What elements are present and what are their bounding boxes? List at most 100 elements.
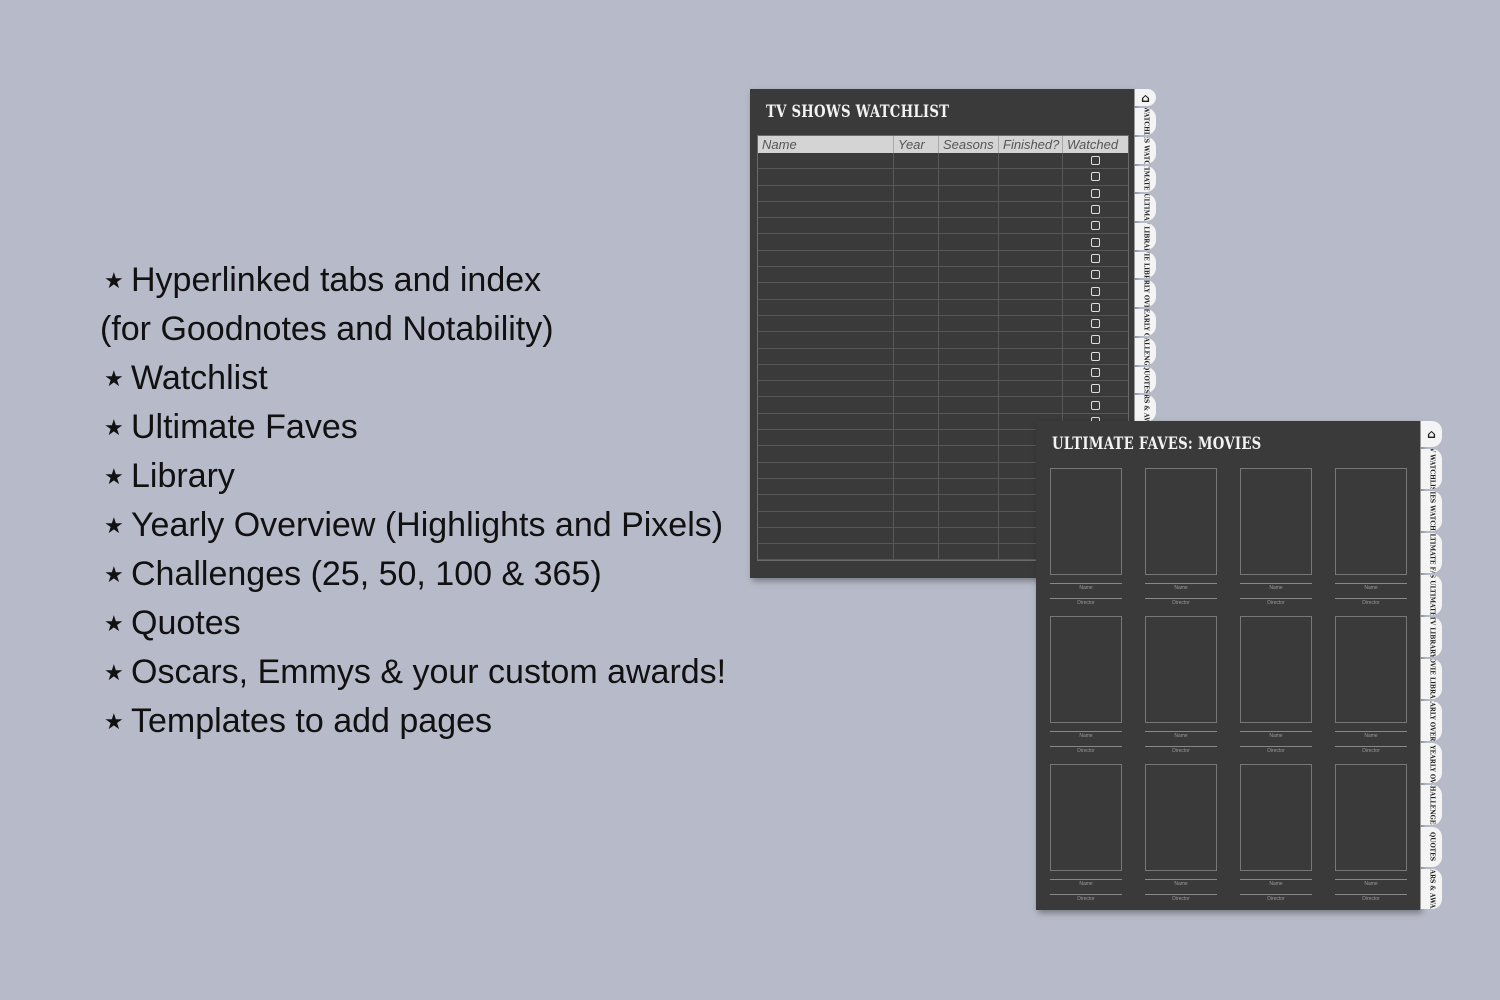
table-cell[interactable] [939,527,999,544]
table-cell[interactable] [999,299,1063,315]
watched-checkbox[interactable] [1091,335,1100,345]
fave-card[interactable]: Name Director [1145,764,1217,912]
fave-card[interactable]: Name Director [1335,764,1407,912]
poster-frame[interactable] [1240,468,1312,575]
table-cell[interactable] [999,315,1063,332]
table-cell[interactable] [939,511,999,527]
tab-challenges[interactable]: CHALLENGES [1420,785,1442,825]
table-cell[interactable] [894,381,939,397]
home-icon[interactable]: ⌂ [1134,89,1156,107]
table-cell[interactable] [939,185,999,201]
table-cell[interactable] [999,283,1063,299]
tab-movies-ultimate-faves[interactable]: MOVIES ULTIMATE FAVES [1420,575,1442,615]
table-cell[interactable] [939,218,999,234]
tab-tv-ultimate-faves[interactable]: TV ULTIMATE FAVES [1420,533,1442,573]
table-cell[interactable] [758,332,894,348]
watched-checkbox[interactable] [1091,368,1100,377]
table-cell[interactable] [894,348,939,364]
table-cell[interactable] [758,348,894,364]
watched-checkbox[interactable] [1091,188,1100,198]
poster-frame[interactable] [1240,764,1312,871]
table-cell[interactable] [758,185,894,201]
poster-frame[interactable] [1335,616,1407,723]
table-cell[interactable] [939,381,999,397]
table-cell[interactable] [939,299,999,315]
poster-frame[interactable] [1335,468,1407,575]
poster-frame[interactable] [1145,616,1217,723]
table-cell[interactable] [894,527,939,544]
table-cell[interactable] [758,364,894,381]
table-cell[interactable] [894,446,939,462]
table-cell[interactable] [999,381,1063,397]
table-cell[interactable] [999,397,1063,413]
watched-checkbox[interactable] [1091,253,1100,263]
tab-quotes[interactable]: QUOTES [1420,827,1442,867]
fave-card[interactable]: Name Director [1240,764,1312,912]
tab-movies-ultimate-faves[interactable]: MOVIES ULTIMATE FAVES [1134,194,1156,222]
table-cell[interactable] [758,153,894,169]
fave-card[interactable]: Name Director [1050,616,1122,764]
table-cell[interactable] [758,527,894,544]
table-cell[interactable] [894,201,939,218]
table-cell[interactable] [939,397,999,413]
table-cell[interactable] [758,478,894,495]
watched-checkbox[interactable] [1091,172,1100,182]
table-cell[interactable] [939,153,999,169]
table-cell[interactable] [894,397,939,413]
watched-checkbox[interactable] [1091,237,1100,247]
table-cell[interactable] [894,218,939,234]
table-cell[interactable] [894,462,939,478]
watched-checkbox[interactable] [1091,286,1100,296]
table-cell[interactable] [939,478,999,495]
table-cell[interactable] [939,267,999,283]
table-cell[interactable] [894,153,939,169]
table-cell[interactable] [999,185,1063,201]
table-cell[interactable] [758,397,894,413]
tab-tv-yearly-overview[interactable]: TV YEARLY OVERVIEW [1420,701,1442,741]
watched-checkbox[interactable] [1091,156,1100,166]
watched-checkbox[interactable] [1091,351,1100,361]
table-cell[interactable] [939,283,999,299]
table-cell[interactable] [999,234,1063,250]
watched-checkbox[interactable] [1091,270,1100,280]
fave-card[interactable]: Name Director [1335,616,1407,764]
table-cell[interactable] [999,250,1063,267]
watched-checkbox[interactable] [1091,319,1100,329]
fave-card[interactable]: Name Director [1240,468,1312,616]
table-cell[interactable] [999,201,1063,218]
table-cell[interactable] [939,544,999,560]
table-cell[interactable] [758,381,894,397]
table-cell[interactable] [939,364,999,381]
fave-card[interactable]: Name Director [1145,468,1217,616]
table-cell[interactable] [939,250,999,267]
tab-oscars-awards[interactable]: OSCARS & AWARDS [1134,395,1156,422]
tab-quotes[interactable]: QUOTES [1134,366,1156,394]
table-cell[interactable] [894,544,939,560]
watched-checkbox[interactable] [1091,384,1100,394]
table-cell[interactable] [939,462,999,478]
table-cell[interactable] [894,250,939,267]
fave-card[interactable]: Name Director [1335,468,1407,616]
table-cell[interactable] [939,315,999,332]
tab-tv-yearly-overview[interactable]: TV YEARLY OVERVIEW [1134,280,1156,308]
table-cell[interactable] [894,478,939,495]
tab-movie-library[interactable]: MOVIE LIBRARY [1420,659,1442,699]
poster-frame[interactable] [1050,468,1122,575]
tab-challenges[interactable]: CHALLENGES [1134,337,1156,365]
table-cell[interactable] [939,495,999,511]
table-cell[interactable] [758,299,894,315]
poster-frame[interactable] [1050,764,1122,871]
table-cell[interactable] [894,283,939,299]
table-cell[interactable] [894,267,939,283]
table-cell[interactable] [939,332,999,348]
table-cell[interactable] [999,218,1063,234]
table-cell[interactable] [758,169,894,185]
table-cell[interactable] [939,234,999,250]
poster-frame[interactable] [1145,764,1217,871]
table-cell[interactable] [758,234,894,250]
table-cell[interactable] [758,430,894,446]
watched-checkbox[interactable] [1091,205,1100,215]
table-cell[interactable] [939,348,999,364]
table-cell[interactable] [894,413,939,430]
table-cell[interactable] [758,315,894,332]
